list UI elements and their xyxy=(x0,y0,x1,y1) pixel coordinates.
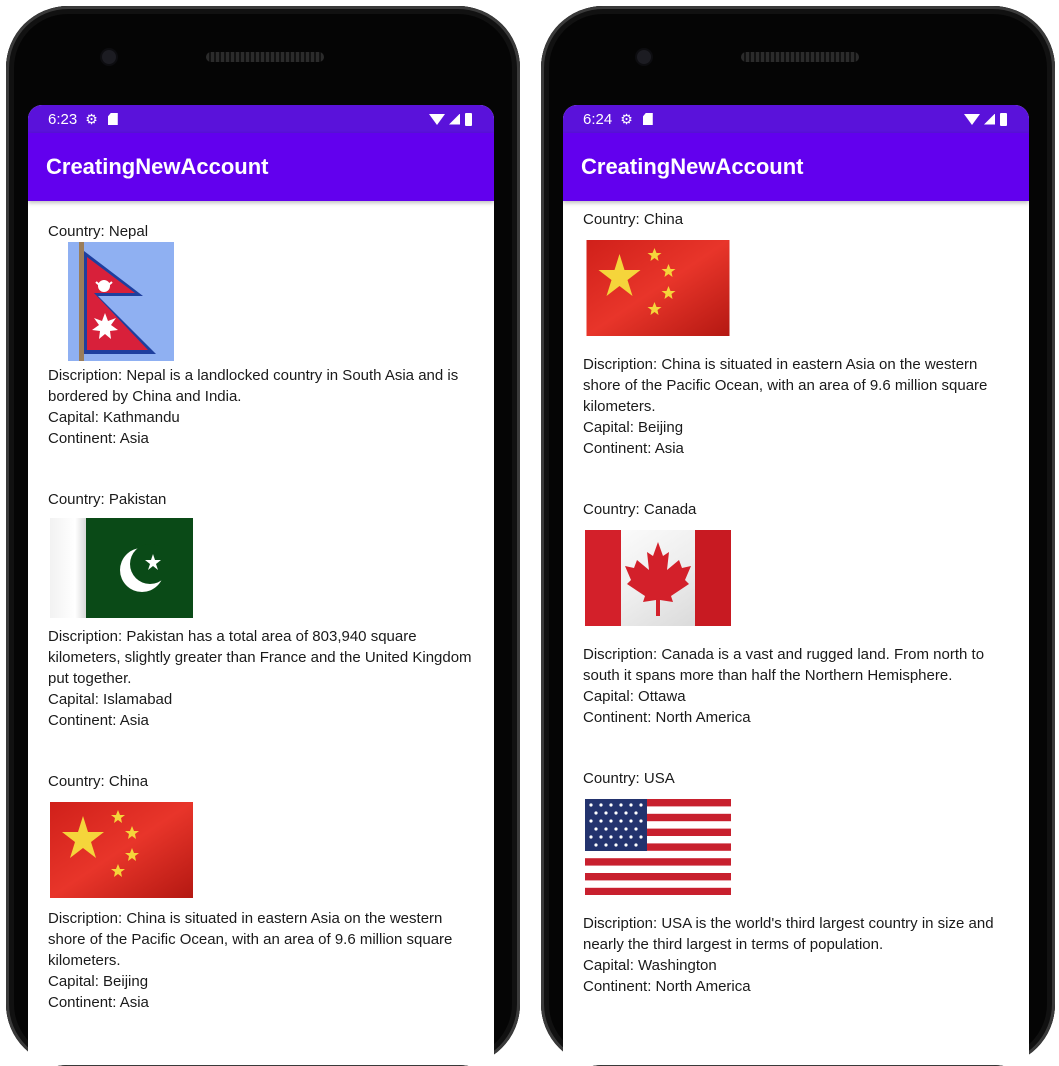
list-item: Country: China Discription: China is sit… xyxy=(583,201,1007,459)
phone-frame-left: 6:23 ⚙ CreatingNewAccount Country: Nepal xyxy=(6,6,520,1066)
earpiece-speaker xyxy=(206,52,324,62)
country-label: Country: Nepal xyxy=(48,223,149,240)
capital-text: Capital: Islamabad xyxy=(48,691,173,708)
continent-text: Continent: Asia xyxy=(48,712,149,729)
description-text: Discription: Canada is a vast and rugged… xyxy=(583,646,985,684)
capital-text: Capital: Beijing xyxy=(583,419,684,436)
china-flag-image xyxy=(585,240,731,336)
signal-icon xyxy=(984,113,995,125)
continent-text: Continent: Asia xyxy=(583,440,684,457)
earpiece-speaker xyxy=(741,52,859,62)
china-flag-image xyxy=(50,802,193,898)
description-text: Discription: Pakistan has a total area o… xyxy=(48,628,472,687)
phone-screen-right: 6:24 ⚙ CreatingNewAccount Country: China xyxy=(563,105,1029,1065)
app-title: CreatingNewAccount xyxy=(46,154,269,179)
sd-card-icon xyxy=(642,113,653,125)
continent-text: Continent: Asia xyxy=(48,994,149,1011)
battery-icon xyxy=(1000,112,1007,126)
list-item: Country: Canada Discription: Canada is a… xyxy=(583,459,1007,728)
signal-icon xyxy=(449,113,460,125)
nepal-flag-image xyxy=(68,242,174,361)
front-camera xyxy=(637,50,651,64)
list-item: Country: China Discription: China is sit… xyxy=(48,731,472,1013)
continent-text: Continent: North America xyxy=(583,709,751,726)
country-label: Country: USA xyxy=(583,770,675,787)
front-camera xyxy=(102,50,116,64)
battery-icon xyxy=(465,112,472,126)
wifi-icon xyxy=(429,113,445,125)
status-time: 6:23 xyxy=(48,110,78,128)
list-item: Country: USA Discription: USA is the wor… xyxy=(583,728,1007,997)
sd-card-icon xyxy=(107,113,118,125)
country-label: Country: Pakistan xyxy=(48,491,167,508)
canada-flag-image xyxy=(585,530,731,626)
status-time: 6:24 xyxy=(583,110,613,128)
phone-frame-right: 6:24 ⚙ CreatingNewAccount Country: China xyxy=(541,6,1055,1066)
usa-flag-image xyxy=(585,799,731,895)
settings-status-icon: ⚙ xyxy=(85,110,98,127)
status-bar: 6:23 ⚙ xyxy=(28,105,494,133)
capital-text: Capital: Kathmandu xyxy=(48,409,180,426)
app-bar: CreatingNewAccount xyxy=(563,133,1029,201)
pakistan-flag-image xyxy=(50,518,193,618)
description-text: Discription: China is situated in easter… xyxy=(48,910,453,969)
capital-text: Capital: Ottawa xyxy=(583,688,686,705)
status-bar: 6:24 ⚙ xyxy=(563,105,1029,133)
capital-text: Capital: Beijing xyxy=(48,973,149,990)
description-text: Discription: USA is the world's third la… xyxy=(583,915,994,953)
description-text: Discription: China is situated in easter… xyxy=(583,356,988,415)
country-label: Country: China xyxy=(583,211,684,228)
settings-status-icon: ⚙ xyxy=(620,110,633,127)
list-item: Country: Pakistan Discription: Pakistan … xyxy=(48,449,472,731)
wifi-icon xyxy=(964,113,980,125)
continent-text: Continent: North America xyxy=(583,978,751,995)
app-bar: CreatingNewAccount xyxy=(28,133,494,201)
country-label: Country: China xyxy=(48,773,149,790)
list-item: Country: Nepal Discription: Nepal is a l… xyxy=(48,201,472,449)
country-list[interactable]: Country: Nepal Discription: Nepal is a l… xyxy=(28,201,494,1013)
phone-screen-left: 6:23 ⚙ CreatingNewAccount Country: Nepal xyxy=(28,105,494,1065)
continent-text: Continent: Asia xyxy=(48,430,149,447)
description-text: Discription: Nepal is a landlocked count… xyxy=(48,367,459,405)
country-list[interactable]: Country: China Discription: China is sit… xyxy=(563,201,1029,997)
capital-text: Capital: Washington xyxy=(583,957,717,974)
app-title: CreatingNewAccount xyxy=(581,154,804,179)
country-label: Country: Canada xyxy=(583,501,697,518)
